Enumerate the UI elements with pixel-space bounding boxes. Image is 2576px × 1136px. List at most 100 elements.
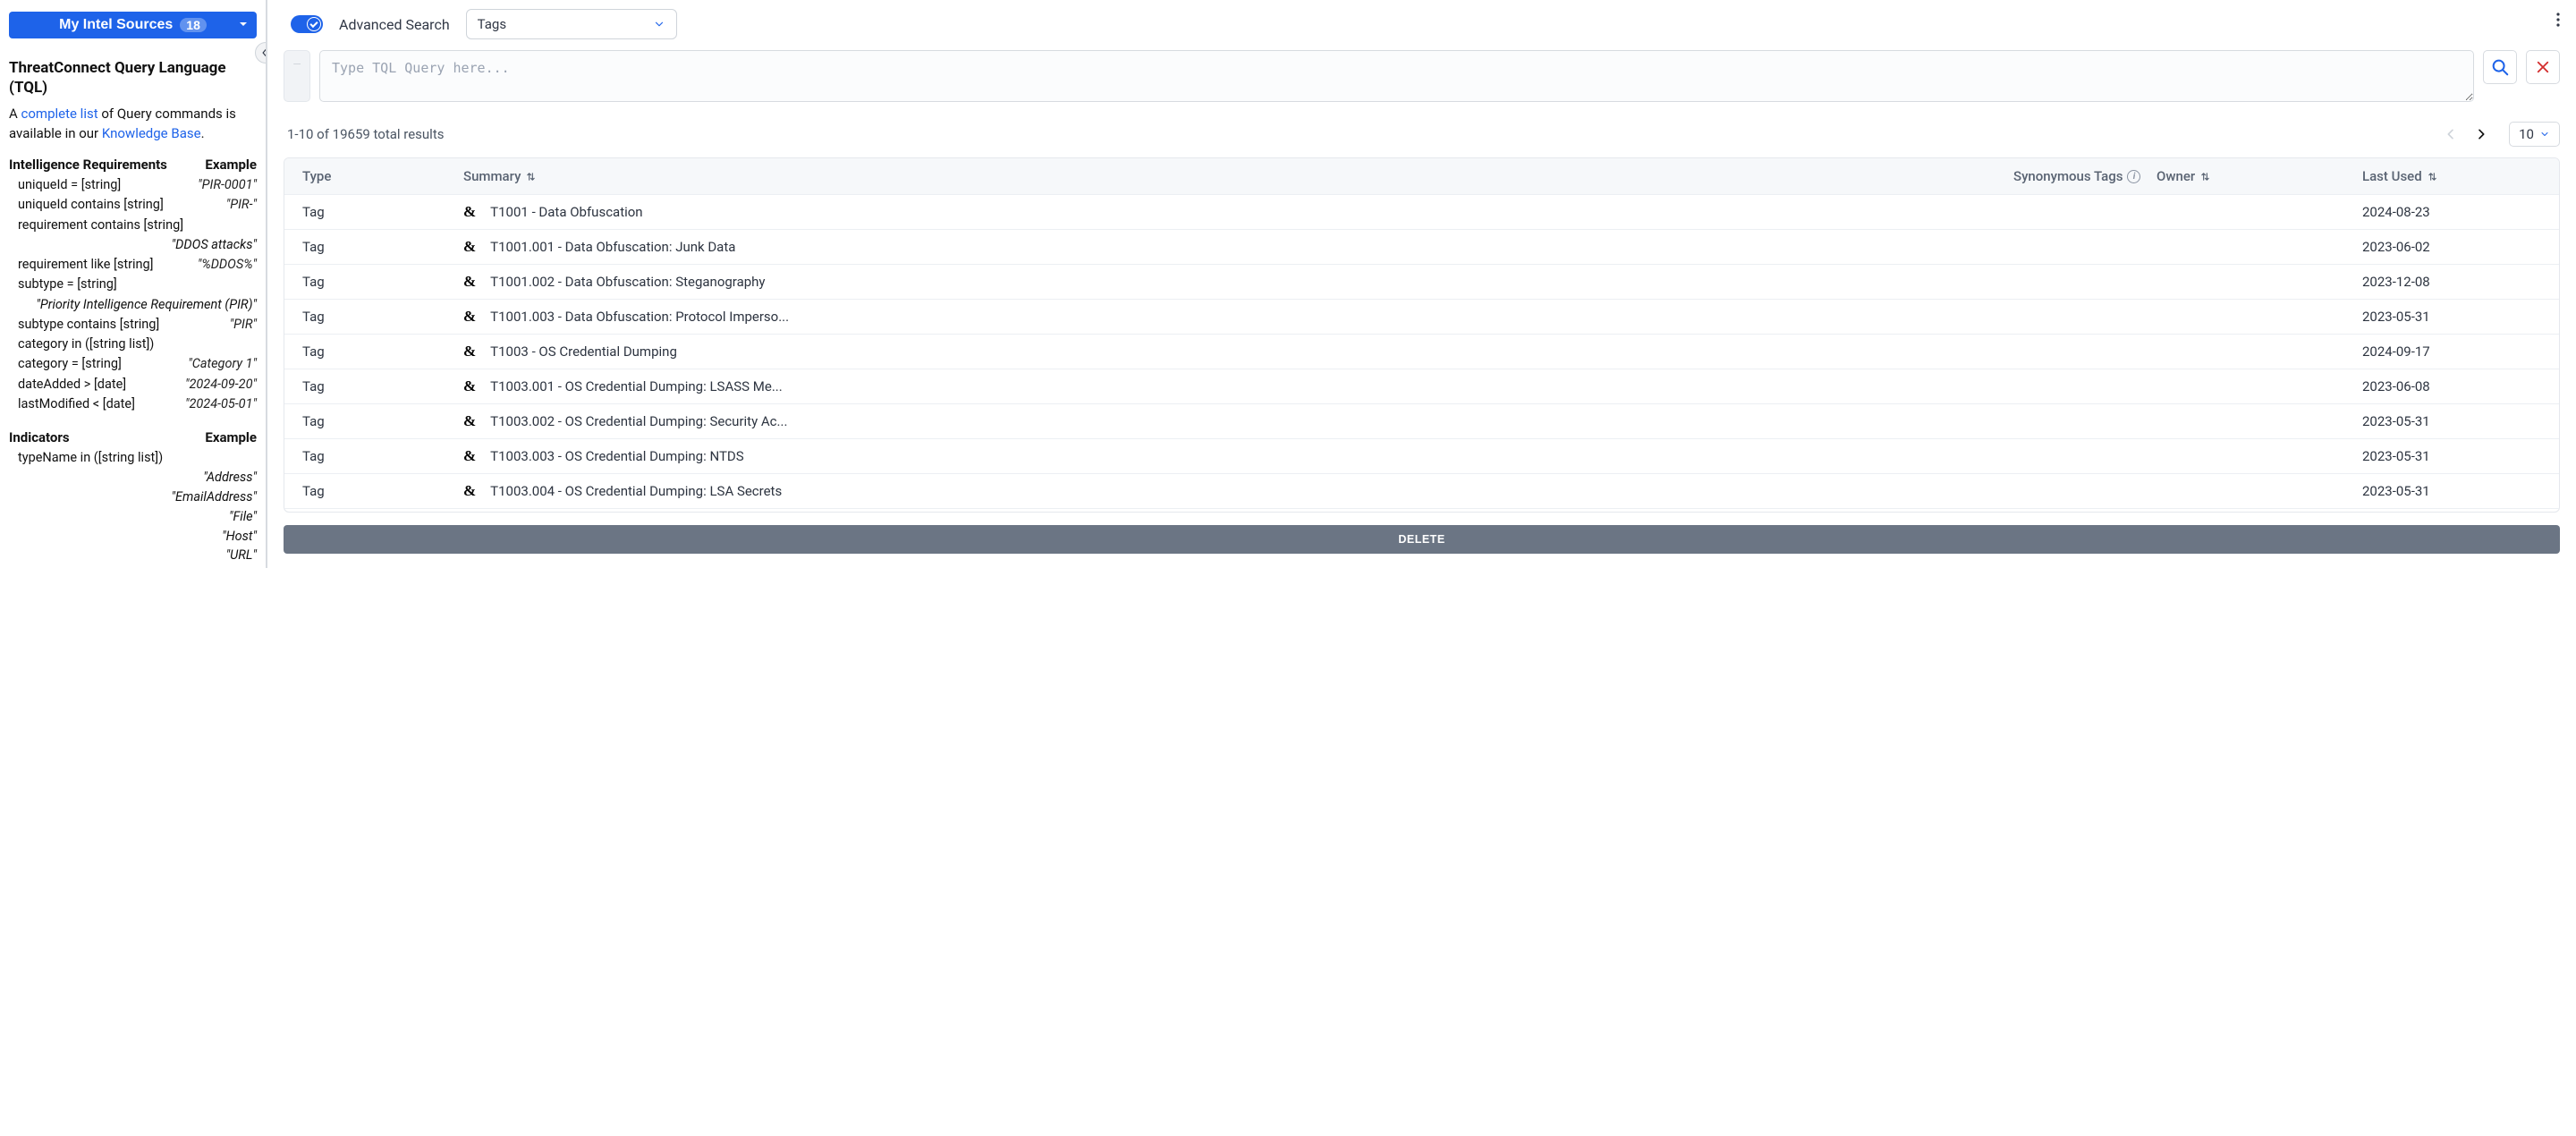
- attack-icon: &: [463, 447, 476, 465]
- tql-example: "2024-09-20": [185, 375, 257, 394]
- sidebar: My Intel Sources 18 ThreatConnect Query …: [0, 0, 267, 568]
- search-mode-bar: Advanced Search Tags: [291, 9, 2560, 39]
- table-row[interactable]: Tag&T1001.001 - Data Obfuscation: Junk D…: [284, 229, 2559, 264]
- tql-query-input[interactable]: [319, 50, 2474, 102]
- tql-row: typeName in ([string list]): [9, 448, 257, 468]
- tql-title: ThreatConnect Query Language (TQL): [9, 58, 257, 97]
- summary-text: T1003 - OS Credential Dumping: [490, 343, 677, 360]
- tql-row: category in ([string list]): [9, 335, 257, 354]
- attack-icon: &: [463, 238, 476, 256]
- summary-text: T1003.004 - OS Credential Dumping: LSA S…: [490, 483, 782, 499]
- table-row[interactable]: Tag&T1003.004 - OS Credential Dumping: L…: [284, 473, 2559, 508]
- col-owner-header[interactable]: Owner: [2157, 168, 2362, 184]
- complete-list-link[interactable]: complete list: [21, 106, 98, 122]
- attack-icon: &: [463, 203, 476, 221]
- tql-command: requirement like [string]: [18, 255, 154, 275]
- tql-row: uniqueId = [string] "PIR-0001": [9, 175, 257, 195]
- prev-page-button[interactable]: [2439, 123, 2462, 146]
- delete-button[interactable]: DELETE: [284, 525, 2560, 554]
- tql-row: uniqueId contains [string]"PIR-": [9, 195, 257, 215]
- tql-row: subtype contains [string] "PIR": [9, 315, 257, 335]
- table-row[interactable]: Tag&T1001.003 - Data Obfuscation: Protoc…: [284, 299, 2559, 334]
- page-size-select[interactable]: 10: [2509, 122, 2560, 147]
- table-row[interactable]: Tag&T1001.002 - Data Obfuscation: Stegan…: [284, 264, 2559, 299]
- chevron-down-icon: [653, 18, 665, 30]
- cell-lastused: 2023-05-31: [2362, 448, 2541, 464]
- search-icon: [2490, 57, 2510, 77]
- sort-icon: [2428, 172, 2437, 182]
- entity-type-dropdown[interactable]: Tags: [466, 9, 677, 39]
- table-row[interactable]: Tag&T1001 - Data Obfuscation2024-08-23: [284, 194, 2559, 229]
- summary-text: T1001.001 - Data Obfuscation: Junk Data: [490, 239, 735, 255]
- tql-command: dateAdded > [date]: [18, 375, 126, 394]
- clear-query-button[interactable]: [2526, 50, 2560, 84]
- cell-lastused: 2023-12-08: [2362, 274, 2541, 290]
- query-row: —: [284, 50, 2560, 102]
- kebab-icon: [2556, 13, 2560, 27]
- tql-example: "DDOS attacks": [9, 235, 257, 255]
- close-icon: [2535, 59, 2551, 75]
- advanced-search-toggle[interactable]: [291, 15, 323, 33]
- results-table: Type Summary Synonymous Tags i Owner Las…: [284, 157, 2560, 513]
- attack-icon: &: [463, 273, 476, 291]
- summary-text: T1003.002 - OS Credential Dumping: Secur…: [490, 413, 787, 429]
- dropdown-value: Tags: [478, 16, 506, 32]
- attack-icon: &: [463, 308, 476, 326]
- sort-icon: [526, 172, 536, 182]
- table-row[interactable]: Tag&T1003.005 - OS Credential Dumping: C…: [284, 508, 2559, 513]
- tql-example: "PIR-0001": [198, 175, 257, 195]
- attack-icon: &: [463, 343, 476, 360]
- chevron-left-icon: [2444, 127, 2458, 141]
- tql-command: subtype contains [string]: [18, 315, 159, 335]
- run-query-button[interactable]: [2483, 50, 2517, 84]
- cell-type: Tag: [302, 274, 463, 290]
- tql-example: "Address": [9, 468, 257, 487]
- knowledge-base-link[interactable]: Knowledge Base: [102, 125, 201, 141]
- tql-row: subtype = [string]: [9, 275, 257, 294]
- tql-row: lastModified < [date]"2024-05-01": [9, 394, 257, 414]
- tql-command: requirement contains [string]: [18, 216, 183, 235]
- results-count: 1-10 of 19659 total results: [287, 126, 444, 142]
- cell-type: Tag: [302, 413, 463, 429]
- tql-example: "PIR": [230, 315, 257, 335]
- section-title: Indicators: [9, 429, 70, 445]
- cell-summary: &T1003.003 - OS Credential Dumping: NTDS: [463, 447, 2013, 465]
- collapse-sidebar-button[interactable]: [255, 42, 267, 64]
- tql-example: "Category 1": [188, 354, 257, 374]
- example-header: Example: [205, 429, 257, 445]
- chevron-right-icon: [2474, 127, 2488, 141]
- summary-text: T1003.003 - OS Credential Dumping: NTDS: [490, 448, 743, 464]
- cell-lastused: 2024-08-23: [2362, 204, 2541, 220]
- col-summary-header[interactable]: Summary: [463, 168, 2013, 184]
- attack-icon: &: [463, 377, 476, 395]
- cell-summary: &T1003.002 - OS Credential Dumping: Secu…: [463, 412, 2013, 430]
- tql-command: typeName in ([string list]): [18, 448, 163, 468]
- table-row[interactable]: Tag&T1003.003 - OS Credential Dumping: N…: [284, 438, 2559, 473]
- example-header: Example: [205, 157, 257, 173]
- attack-icon: &: [463, 482, 476, 500]
- tql-example: "Priority Intelligence Requirement (PIR)…: [9, 295, 257, 315]
- cell-summary: &T1001 - Data Obfuscation: [463, 203, 2013, 221]
- table-row[interactable]: Tag&T1003 - OS Credential Dumping2024-09…: [284, 334, 2559, 369]
- next-page-button[interactable]: [2470, 123, 2493, 146]
- intel-sources-button[interactable]: My Intel Sources 18: [9, 12, 257, 38]
- tql-command: uniqueId contains [string]: [18, 195, 164, 215]
- cell-lastused: 2023-05-31: [2362, 483, 2541, 499]
- cell-summary: &T1003 - OS Credential Dumping: [463, 343, 2013, 360]
- tql-command: uniqueId = [string]: [18, 175, 121, 195]
- col-type-header[interactable]: Type: [302, 168, 463, 184]
- col-lastused-header[interactable]: Last Used: [2362, 168, 2541, 184]
- tql-command: lastModified < [date]: [18, 394, 135, 414]
- chevron-left-double-icon: [259, 47, 267, 59]
- intel-sources-count: 18: [180, 18, 207, 32]
- tql-example: "EmailAddress": [9, 487, 257, 507]
- table-row[interactable]: Tag&T1003.002 - OS Credential Dumping: S…: [284, 403, 2559, 438]
- page-size-value: 10: [2519, 126, 2534, 142]
- cell-type: Tag: [302, 378, 463, 394]
- info-icon: i: [2127, 170, 2140, 183]
- more-options-button[interactable]: [2547, 9, 2569, 30]
- table-row[interactable]: Tag&T1003.001 - OS Credential Dumping: L…: [284, 369, 2559, 403]
- chevron-down-icon: [2539, 129, 2550, 140]
- col-synonymous-header[interactable]: Synonymous Tags i: [2013, 168, 2157, 184]
- attack-icon: &: [463, 412, 476, 430]
